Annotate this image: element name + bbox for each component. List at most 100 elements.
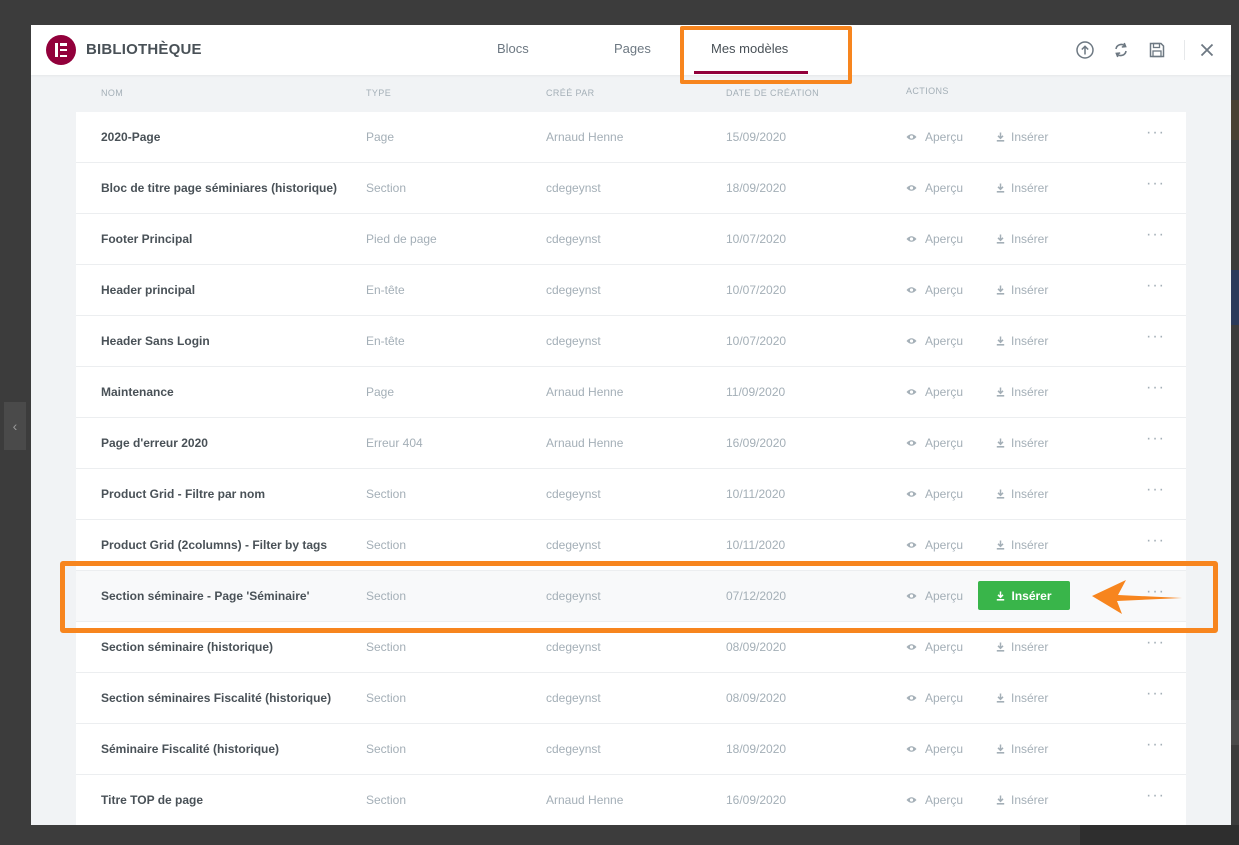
template-row[interactable]: Section séminaires Fiscalité (historique… <box>76 673 1186 724</box>
template-type: Section <box>366 691 407 705</box>
template-name: Header Sans Login <box>101 334 210 348</box>
insert-button[interactable]: Insérer <box>996 742 1048 756</box>
more-options-icon[interactable]: ··· <box>1146 481 1165 499</box>
more-options-icon[interactable]: ··· <box>1146 736 1165 754</box>
library-header: BIBLIOTHÈQUE Blocs Pages Mes modèles <box>31 25 1231 75</box>
template-date: 10/11/2020 <box>726 538 786 552</box>
more-options-icon[interactable]: ··· <box>1146 430 1165 448</box>
tab-pages[interactable]: Pages <box>614 41 651 56</box>
download-icon <box>996 795 1005 805</box>
insert-label: Insérer <box>1011 691 1049 705</box>
template-row[interactable]: Bloc de titre page séminiares (historiqu… <box>76 163 1186 214</box>
more-options-icon[interactable]: ··· <box>1146 124 1165 142</box>
preview-label: Aperçu <box>925 742 964 756</box>
template-type: Section <box>366 487 407 501</box>
insert-button[interactable]: Insérer <box>996 691 1048 705</box>
template-name: Footer Principal <box>101 232 193 246</box>
more-options-icon[interactable]: ··· <box>1146 634 1165 652</box>
template-row[interactable]: Header principal En-tête cdegeynst 10/07/20… <box>76 265 1186 316</box>
template-type: Page <box>366 385 395 399</box>
close-icon[interactable] <box>1197 40 1217 60</box>
template-type: Section <box>366 538 407 552</box>
insert-button[interactable]: Insérer <box>996 487 1048 501</box>
template-date: 08/09/2020 <box>726 691 787 705</box>
template-author: Arnaud Henne <box>546 436 624 450</box>
insert-button[interactable]: Insérer <box>996 640 1048 654</box>
eye-icon <box>906 440 917 446</box>
template-type: En-tête <box>366 334 405 348</box>
preview-button[interactable]: Aperçu <box>906 538 963 552</box>
preview-button[interactable]: Aperçu <box>906 232 963 246</box>
more-options-icon[interactable]: ··· <box>1146 685 1165 703</box>
template-name: Titre TOP de page <box>101 793 204 807</box>
preview-label: Aperçu <box>925 691 964 705</box>
template-row[interactable]: 2020-Page Page Arnaud Henne 15/09/2020 Aperç… <box>76 112 1186 163</box>
preview-label: Aperçu <box>925 538 964 552</box>
preview-button[interactable]: Aperçu <box>906 640 963 654</box>
preview-button[interactable]: Aperçu <box>906 130 963 144</box>
insert-button[interactable]: Insérer <box>996 436 1048 450</box>
template-row[interactable]: Séminaire Fiscalité (historique) Section c… <box>76 724 1186 775</box>
download-icon <box>996 744 1005 754</box>
preview-button[interactable]: Aperçu <box>906 181 963 195</box>
preview-label: Aperçu <box>925 793 964 807</box>
insert-button[interactable]: Insérer <box>996 334 1048 348</box>
preview-button[interactable]: Aperçu <box>906 334 963 348</box>
preview-button[interactable]: Aperçu <box>906 436 963 450</box>
insert-button[interactable]: Insérer <box>996 385 1048 399</box>
template-row[interactable]: Header Sans Login En-tête cdegeynst 10/07/2… <box>76 316 1186 367</box>
download-icon <box>996 234 1005 244</box>
eye-icon <box>906 236 917 242</box>
preview-label: Aperçu <box>925 181 964 195</box>
template-row[interactable]: Titre TOP de page Section Arnaud Henne 16/0… <box>76 775 1186 825</box>
download-icon <box>996 642 1005 652</box>
template-author: cdegeynst <box>546 742 601 756</box>
insert-button[interactable]: Insérer <box>996 181 1048 195</box>
insert-button[interactable]: Insérer <box>996 232 1048 246</box>
preview-button[interactable]: Aperçu <box>906 742 963 756</box>
insert-button[interactable]: Insérer <box>996 283 1048 297</box>
panel-collapse-handle[interactable]: ‹ <box>4 402 26 450</box>
eye-icon <box>906 491 917 497</box>
tab-blocs[interactable]: Blocs <box>497 41 529 56</box>
insert-button[interactable]: Insérer <box>996 538 1048 552</box>
column-header-author: CRÉÉ PAR <box>546 88 595 98</box>
template-author: cdegeynst <box>546 283 601 297</box>
more-options-icon[interactable]: ··· <box>1146 277 1165 295</box>
download-icon <box>996 132 1005 142</box>
template-author: cdegeynst <box>546 691 601 705</box>
save-icon[interactable] <box>1147 40 1167 60</box>
eye-icon <box>906 797 917 803</box>
insert-button[interactable]: Insérer <box>996 793 1048 807</box>
preview-button[interactable]: Aperçu <box>906 793 963 807</box>
more-options-icon[interactable]: ··· <box>1146 328 1165 346</box>
download-icon <box>996 336 1005 346</box>
eye-icon <box>906 695 917 701</box>
template-row[interactable]: Footer Principal Pied de page cdegeynst 10/… <box>76 214 1186 265</box>
preview-label: Aperçu <box>925 232 964 246</box>
more-options-icon[interactable]: ··· <box>1146 532 1165 550</box>
insert-button[interactable]: Insérer <box>996 130 1048 144</box>
more-options-icon[interactable]: ··· <box>1146 787 1165 805</box>
preview-label: Aperçu <box>925 436 964 450</box>
insert-label: Insérer <box>1011 232 1049 246</box>
template-library-modal: BIBLIOTHÈQUE Blocs Pages Mes modèles NOM… <box>31 25 1231 825</box>
more-options-icon[interactable]: ··· <box>1146 379 1165 397</box>
upload-icon[interactable] <box>1075 40 1095 60</box>
sync-icon[interactable] <box>1111 40 1131 60</box>
template-row[interactable]: Product Grid - Filtre par nom Section cdeg… <box>76 469 1186 520</box>
template-row[interactable]: Page d'erreur 2020 Erreur 404 Arnaud Henne… <box>76 418 1186 469</box>
template-row[interactable]: Maintenance Page Arnaud Henne 11/09/2020 Ape… <box>76 367 1186 418</box>
preview-button[interactable]: Aperçu <box>906 487 963 501</box>
column-header-actions: ACTIONS <box>906 86 949 96</box>
template-date: 16/09/2020 <box>726 793 787 807</box>
insert-label: Insérer <box>1011 487 1049 501</box>
more-options-icon[interactable]: ··· <box>1146 175 1165 193</box>
preview-button[interactable]: Aperçu <box>906 691 963 705</box>
preview-button[interactable]: Aperçu <box>906 385 963 399</box>
annotation-row-highlight <box>60 561 1218 633</box>
more-options-icon[interactable]: ··· <box>1146 226 1165 244</box>
template-author: Arnaud Henne <box>546 385 624 399</box>
preview-button[interactable]: Aperçu <box>906 283 963 297</box>
template-type: Page <box>366 130 395 144</box>
